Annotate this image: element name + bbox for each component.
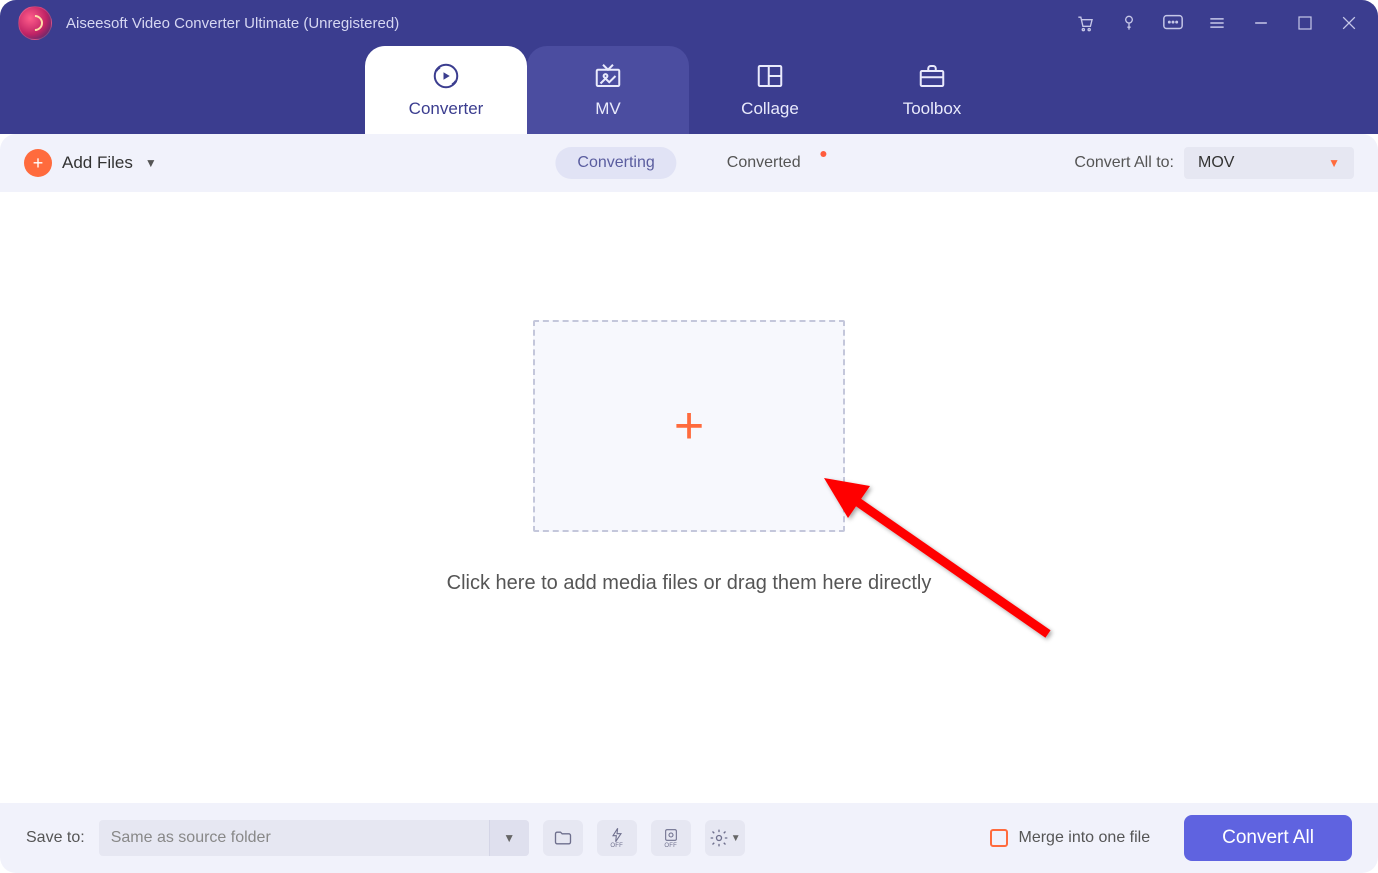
output-format-value: MOV	[1198, 154, 1234, 172]
save-to-value: Same as source folder	[99, 829, 489, 847]
close-icon[interactable]	[1338, 12, 1360, 34]
window-title: Aiseesoft Video Converter Ultimate (Unre…	[66, 15, 399, 32]
notification-dot-icon	[821, 151, 827, 157]
feedback-icon[interactable]	[1162, 12, 1184, 34]
settings-button[interactable]: ▼	[705, 820, 745, 856]
add-files-label: Add Files	[62, 153, 133, 173]
maximize-icon[interactable]	[1294, 12, 1316, 34]
app-logo	[18, 6, 52, 40]
checkbox-icon	[990, 829, 1008, 847]
merge-checkbox[interactable]: Merge into one file	[990, 829, 1150, 847]
caret-down-icon: ▼	[1328, 156, 1340, 170]
chevron-down-icon: ▼	[145, 156, 157, 170]
convert-all-button[interactable]: Convert All	[1184, 815, 1352, 861]
tab-mv[interactable]: MV	[527, 46, 689, 134]
converted-tab[interactable]: Converted	[705, 147, 823, 179]
dropzone-hint: Click here to add media files or drag th…	[447, 572, 932, 595]
convert-all-to-label: Convert All to:	[1074, 154, 1174, 172]
high-speed-button[interactable]: OFF	[651, 820, 691, 856]
caret-down-icon: ▼	[731, 833, 741, 844]
add-files-button[interactable]: + Add Files ▼	[24, 149, 157, 177]
tab-converter-label: Converter	[409, 99, 484, 119]
open-folder-button[interactable]	[543, 820, 583, 856]
cart-icon[interactable]	[1074, 12, 1096, 34]
menu-icon[interactable]	[1206, 12, 1228, 34]
tab-collage-label: Collage	[741, 99, 799, 119]
tab-toolbox[interactable]: Toolbox	[851, 46, 1013, 134]
tab-collage[interactable]: Collage	[689, 46, 851, 134]
tab-toolbox-label: Toolbox	[903, 99, 962, 119]
tab-mv-label: MV	[595, 99, 621, 119]
add-files-dropzone[interactable]: +	[533, 320, 845, 532]
output-format-dropdown[interactable]: MOV ▼	[1184, 147, 1354, 179]
gpu-accel-button[interactable]: OFF	[597, 820, 637, 856]
key-icon[interactable]	[1118, 12, 1140, 34]
save-to-label: Save to:	[26, 829, 85, 847]
tab-converter[interactable]: Converter	[365, 46, 527, 134]
chevron-down-icon: ▼	[489, 820, 529, 856]
minimize-icon[interactable]	[1250, 12, 1272, 34]
converting-tab[interactable]: Converting	[555, 147, 676, 179]
annotation-arrow	[808, 470, 1068, 650]
merge-label: Merge into one file	[1018, 829, 1150, 847]
plus-icon: +	[674, 396, 704, 456]
plus-icon: +	[24, 149, 52, 177]
save-to-dropdown[interactable]: Same as source folder ▼	[99, 820, 529, 856]
